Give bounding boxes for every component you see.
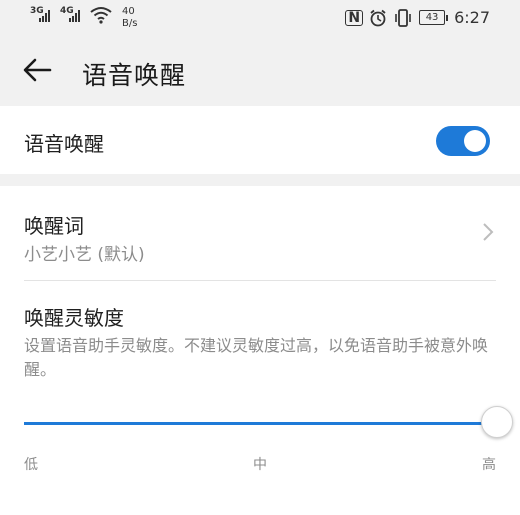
sensitivity-label-low: 低 <box>24 457 38 473</box>
status-time: 6:27 <box>454 8 490 27</box>
battery-icon: 43 <box>419 10 449 25</box>
status-left: 3G 4G 40 B/s <box>30 6 137 30</box>
wake-word-value: 小艺小艺 (默认) <box>24 245 145 265</box>
signal-3g-icon: 3G <box>30 6 54 24</box>
slider-thumb[interactable] <box>481 406 513 438</box>
wake-word-row[interactable]: 唤醒词 小艺小艺 (默认) <box>0 186 520 280</box>
sensitivity-label-mid: 中 <box>253 457 267 473</box>
status-right: N 43 6:27 <box>345 8 490 27</box>
wake-word-title: 唤醒词 <box>24 214 84 238</box>
voice-wakeup-row: 语音唤醒 <box>0 106 520 174</box>
toggle-knob <box>464 130 486 152</box>
divider <box>24 280 496 281</box>
voice-wakeup-label: 语音唤醒 <box>24 132 104 156</box>
app-bar: 语音唤醒 <box>0 36 520 106</box>
slider-track <box>24 422 496 425</box>
vibrate-icon <box>395 8 411 27</box>
nfc-icon: N <box>345 9 364 26</box>
signal-4g-icon: 4G <box>60 6 84 24</box>
net-speed-unit: B/s <box>122 18 138 29</box>
alarm-icon <box>370 9 386 26</box>
back-arrow-icon[interactable] <box>20 52 56 88</box>
settings-card: 唤醒词 小艺小艺 (默认) 唤醒灵敏度 设置语音助手灵敏度。不建议灵敏度过高，以… <box>0 186 520 515</box>
net-speed-value: 40 <box>122 6 135 17</box>
voice-wakeup-toggle[interactable] <box>436 126 490 156</box>
sensitivity-slider[interactable] <box>24 406 513 438</box>
status-bar: 3G 4G 40 B/s N 43 6:27 <box>0 0 520 36</box>
net-speed: 40 B/s <box>122 6 137 30</box>
sensitivity-title: 唤醒灵敏度 <box>24 306 124 330</box>
sensitivity-label-high: 高 <box>482 457 496 473</box>
battery-level: 43 <box>419 10 446 25</box>
chevron-right-icon <box>483 223 494 241</box>
sensitivity-description: 设置语音助手灵敏度。不建议灵敏度过高，以免语音助手被意外唤醒。 <box>24 336 489 379</box>
wifi-icon <box>90 7 112 24</box>
page-title: 语音唤醒 <box>82 61 187 90</box>
